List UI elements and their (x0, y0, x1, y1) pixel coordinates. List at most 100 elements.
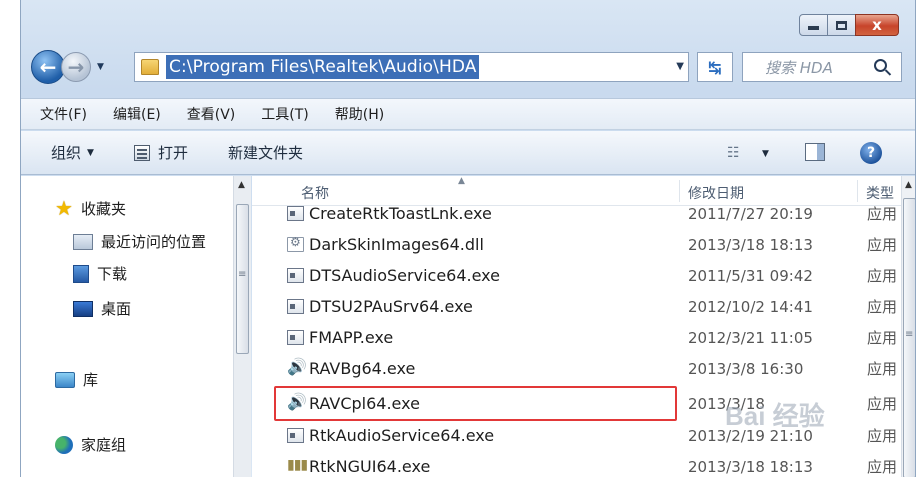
file-date: 2013/3/8 16:30 (688, 359, 804, 378)
nav-recent-label: 最近访问的位置 (101, 233, 207, 251)
nav-favorites-label: 收藏夹 (80, 199, 126, 218)
exe-file-icon (287, 299, 304, 314)
file-type: 应用 (867, 298, 898, 316)
new-folder-label: 新建文件夹 (227, 144, 303, 162)
open-label: 打开 (157, 144, 188, 162)
file-date: 2011/7/27 20:19 (688, 204, 813, 223)
file-type: 应用 (867, 205, 898, 223)
menu-file[interactable]: 文件(F) (40, 104, 87, 124)
file-type: 应用 (867, 267, 898, 285)
file-row[interactable]: ▮▮▮ RtkNGUI64.exe 2013/3/18 18:13 应用 (252, 451, 902, 477)
search-box[interactable]: 搜索 HDA (742, 52, 902, 82)
nav-downloads[interactable]: 下载 (73, 263, 127, 284)
organize-label: 组织 (51, 144, 82, 162)
file-name: DarkSkinImages64.dll (309, 235, 484, 254)
file-type: 应用 (867, 458, 898, 476)
organize-button[interactable]: 组织 ▼ (51, 142, 94, 163)
exe-file-icon (287, 268, 304, 283)
preview-pane-icon[interactable] (805, 143, 825, 161)
explorer-window: x ← → ▼ C:\Program Files\Realtek\Audio\H… (20, 0, 916, 477)
file-name: RAVBg64.exe (309, 359, 416, 378)
nav-homegroup-label: 家庭组 (81, 436, 127, 454)
navigation-buttons: ← → ▼ (31, 50, 104, 84)
exe-file-icon (287, 330, 304, 345)
nav-libraries-label: 库 (83, 371, 99, 389)
file-row[interactable]: DTSAudioService64.exe 2011/5/31 09:42 应用 (252, 260, 902, 291)
desktop-icon (73, 300, 93, 317)
scroll-up-icon[interactable]: ▲ (238, 180, 245, 190)
nav-homegroup[interactable]: 家庭组 (55, 434, 126, 455)
speaker-icon: 🔊 (287, 357, 307, 376)
dll-file-icon (287, 235, 304, 252)
nav-desktop-label: 桌面 (101, 300, 132, 318)
sort-ascending-icon: ▲ (458, 176, 465, 186)
back-button[interactable]: ← (31, 50, 65, 84)
folder-icon (141, 59, 159, 75)
file-name: DTSAudioService64.exe (309, 266, 500, 285)
command-bar: 组织 ▼ 打开 新建文件夹 (21, 131, 915, 175)
recent-places-icon (73, 233, 93, 250)
file-date: 2012/3/21 11:05 (688, 328, 813, 347)
navigation-scroll-thumb[interactable] (236, 204, 249, 354)
open-icon (133, 144, 150, 161)
address-dropdown[interactable]: ▼ (676, 61, 684, 72)
nav-favorites[interactable]: ★ 收藏夹 (55, 196, 126, 220)
recent-pages-dropdown[interactable]: ▼ (97, 62, 104, 72)
open-button[interactable]: 打开 (133, 142, 188, 163)
file-type: 应用 (867, 236, 898, 254)
exe-file-icon (287, 206, 304, 221)
forward-button[interactable]: → (61, 52, 91, 82)
file-date: 2013/3/18 18:13 (688, 457, 813, 476)
navigation-pane: ★ 收藏夹 最近访问的位置 下载 桌面 库 家庭组 (21, 176, 233, 477)
refresh-icon: ↹ (708, 57, 722, 77)
file-name: CreateRtkToastLnk.exe (309, 204, 492, 223)
caption-buttons: x (799, 14, 899, 36)
star-icon: ★ (55, 196, 73, 220)
navigation-scrollbar[interactable]: ▲ (233, 176, 251, 477)
address-path[interactable]: C:\Program Files\Realtek\Audio\HDA (166, 55, 480, 79)
scroll-up-icon[interactable]: ▲ (905, 180, 912, 190)
file-type: 应用 (867, 329, 898, 347)
nav-libraries[interactable]: 库 (55, 369, 98, 390)
menu-tools[interactable]: 工具(T) (261, 104, 308, 124)
file-row[interactable]: FMAPP.exe 2012/3/21 11:05 应用 (252, 322, 902, 353)
file-list-scroll-thumb[interactable] (903, 198, 915, 477)
nav-downloads-label: 下载 (97, 265, 128, 283)
file-date: 2013/3/18 18:13 (688, 235, 813, 254)
nav-desktop[interactable]: 桌面 (73, 298, 131, 319)
menu-view[interactable]: 查看(V) (187, 104, 236, 124)
new-folder-button[interactable]: 新建文件夹 (228, 142, 303, 163)
file-name: RtkAudioService64.exe (309, 426, 495, 445)
menu-help[interactable]: 帮助(H) (335, 104, 384, 124)
menu-edit[interactable]: 编辑(E) (113, 104, 161, 124)
view-dropdown[interactable]: ▼ (762, 149, 769, 159)
libraries-icon (55, 371, 75, 388)
homegroup-icon (55, 435, 73, 454)
file-name: DTSU2PAuSrv64.exe (309, 297, 473, 316)
arrow-right-icon: → (67, 55, 85, 79)
help-icon[interactable]: ? (860, 142, 882, 164)
exe-file-icon (287, 428, 304, 443)
chevron-down-icon: ▼ (87, 147, 94, 158)
view-options-icon[interactable]: ☷ (727, 145, 740, 161)
file-name: FMAPP.exe (309, 328, 394, 347)
refresh-button[interactable]: ↹ (697, 52, 733, 82)
maximize-button[interactable] (827, 14, 856, 36)
file-list-scrollbar[interactable]: ▲ (901, 176, 915, 477)
search-input[interactable]: 搜索 HDA (765, 57, 874, 78)
file-row[interactable]: CreateRtkToastLnk.exe 2011/7/27 20:19 应用 (252, 198, 902, 229)
file-date: 2012/10/2 14:41 (688, 297, 813, 316)
baidu-watermark: Bai 经验 (725, 378, 875, 448)
highlight-box (274, 386, 677, 421)
equalizer-icon: ▮▮▮ (287, 457, 308, 473)
close-button[interactable]: x (855, 14, 899, 36)
minimize-icon (808, 26, 819, 30)
search-icon[interactable] (874, 59, 887, 72)
file-row[interactable]: DarkSkinImages64.dll 2013/3/18 18:13 应用 (252, 229, 902, 260)
file-row[interactable]: DTSU2PAuSrv64.exe 2012/10/2 14:41 应用 (252, 291, 902, 322)
minimize-button[interactable] (799, 14, 828, 36)
address-bar[interactable]: C:\Program Files\Realtek\Audio\HDA ▼ (134, 52, 689, 82)
file-name: RtkNGUI64.exe (309, 457, 431, 476)
file-type: 应用 (867, 360, 898, 378)
nav-recent[interactable]: 最近访问的位置 (73, 231, 206, 252)
